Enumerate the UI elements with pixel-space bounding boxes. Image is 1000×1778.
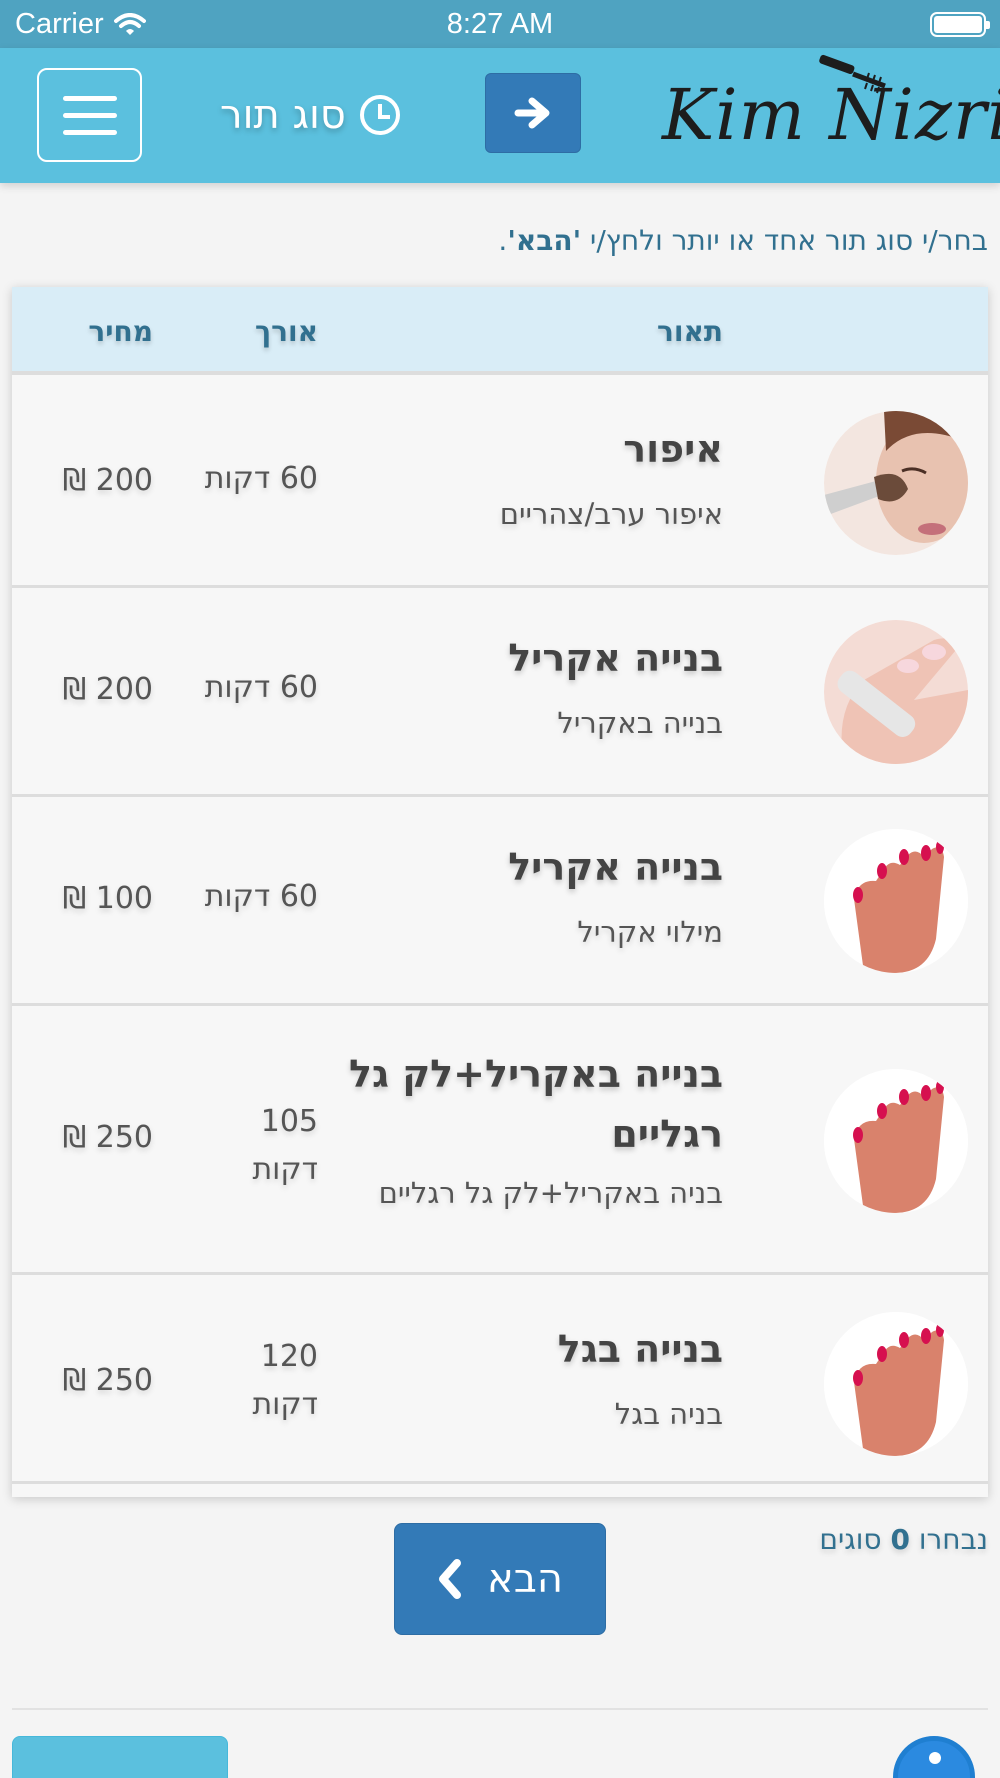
status-bar: Carrier 8:27 AM bbox=[0, 0, 1000, 48]
table-row[interactable]: בנייה בגל בניה בגל 120 דקות 250 ₪ bbox=[12, 1275, 988, 1484]
service-title: בנייה באקריל+לק גל רגליים bbox=[349, 1052, 723, 1156]
service-price: 200 ₪ bbox=[62, 672, 153, 707]
divider bbox=[12, 1708, 988, 1710]
table-row[interactable]: בנייה אקריל בנייה באקריל 60 דקות 200 ₪ bbox=[12, 588, 988, 797]
service-price: 250 ₪ bbox=[62, 1120, 153, 1155]
hamburger-line bbox=[62, 129, 117, 135]
service-subtitle: איפור ערב/צהריים bbox=[499, 497, 723, 531]
service-image-painted-nails bbox=[824, 829, 968, 973]
arrow-right-icon bbox=[514, 97, 550, 129]
selected-number: 0 bbox=[890, 1523, 910, 1556]
service-length: 105 דקות bbox=[252, 1104, 318, 1187]
service-title: בנייה אקריל bbox=[508, 636, 723, 680]
service-price: 100 ₪ bbox=[62, 881, 153, 916]
services-table: תאור אורך מחיר איפור איפור ערב/צהריים 60… bbox=[12, 287, 988, 1497]
selected-count: נבחרו 0 סוגים bbox=[819, 1523, 988, 1556]
table-row[interactable]: בנייה באקריל+לק גל רגליים בניה באקריל+לק… bbox=[12, 1006, 988, 1275]
selected-prefix: נבחרו bbox=[909, 1523, 988, 1556]
service-subtitle: בניה בגל bbox=[614, 1397, 723, 1431]
table-header: תאור אורך מחיר bbox=[12, 287, 988, 375]
table-row[interactable]: בנייה אקריל מילוי אקריל 60 דקות 100 ₪ bbox=[12, 797, 988, 1006]
status-time: 8:27 AM bbox=[446, 8, 554, 40]
instruction-prefix: בחר/י סוג תור אחד או יותר ולחץ/י bbox=[581, 224, 988, 257]
forward-button[interactable] bbox=[485, 73, 581, 153]
battery-icon bbox=[930, 12, 990, 37]
selected-suffix: סוגים bbox=[819, 1523, 891, 1556]
service-length: 60 דקות bbox=[204, 670, 318, 705]
instruction-suffix: . bbox=[498, 224, 508, 257]
chevron-left-icon bbox=[439, 1559, 461, 1599]
service-subtitle: בנייה באקריל bbox=[557, 706, 723, 740]
bottom-action-button[interactable] bbox=[12, 1736, 228, 1778]
service-image-painted-nails bbox=[824, 1312, 968, 1456]
page-title-text: סוג תור bbox=[220, 92, 346, 138]
service-price: 200 ₪ bbox=[62, 463, 153, 498]
service-image-painted-nails bbox=[824, 1069, 968, 1213]
service-price: 250 ₪ bbox=[62, 1363, 153, 1398]
service-title: בנייה אקריל bbox=[508, 845, 723, 889]
hamburger-line bbox=[62, 112, 117, 118]
service-title: איפור bbox=[623, 427, 723, 471]
header-length: אורך bbox=[254, 315, 318, 348]
header-description: תאור bbox=[657, 315, 723, 348]
service-subtitle: בניה באקריל+לק גל רגליים bbox=[378, 1176, 723, 1210]
menu-button[interactable] bbox=[37, 68, 142, 162]
next-button[interactable]: הבא bbox=[394, 1523, 606, 1635]
service-length: 60 דקות bbox=[204, 879, 318, 914]
table-row[interactable]: איפור איפור ערב/צהריים 60 דקות 200 ₪ bbox=[12, 379, 988, 588]
header-price: מחיר bbox=[88, 315, 153, 348]
service-length: 120 דקות bbox=[252, 1339, 318, 1422]
clock-icon bbox=[359, 95, 400, 135]
service-subtitle: מילוי אקריל bbox=[577, 915, 723, 949]
brand-logo: Kim Nizri bbox=[660, 54, 1000, 174]
app-header: סוג תור Kim Nizri bbox=[0, 48, 1000, 183]
service-length: 60 דקות bbox=[204, 461, 318, 496]
hamburger-icon bbox=[62, 95, 117, 101]
service-title: בנייה בגל bbox=[557, 1327, 723, 1371]
service-image-nail-file bbox=[824, 620, 968, 764]
instruction-highlight: 'הבא' bbox=[507, 224, 582, 257]
next-label: הבא bbox=[487, 1556, 563, 1602]
instruction-text: בחר/י סוג תור אחד או יותר ולחץ/י 'הבא'. bbox=[498, 224, 988, 257]
service-image-makeup bbox=[824, 411, 968, 555]
mascara-brush-icon bbox=[819, 54, 886, 94]
page-title: סוג תור bbox=[220, 90, 400, 140]
info-icon[interactable] bbox=[893, 1736, 975, 1778]
